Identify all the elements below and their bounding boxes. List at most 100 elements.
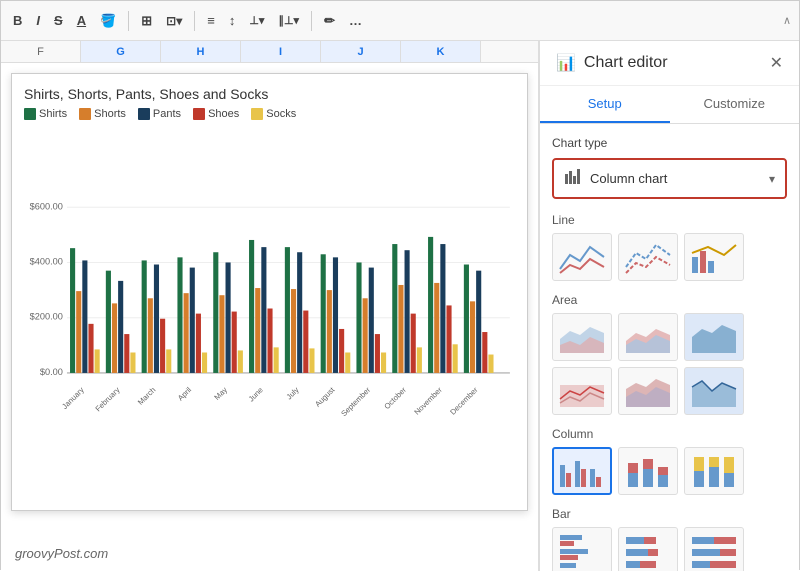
svg-text:April: April — [176, 385, 193, 402]
col-header-k: K — [401, 41, 481, 62]
more-icon[interactable]: … — [345, 11, 366, 30]
italic-icon[interactable]: I — [32, 11, 44, 30]
column-headers: F G H I J K — [1, 41, 538, 63]
area-type-grid-2 — [552, 367, 787, 415]
column-chart-stacked[interactable] — [618, 447, 678, 495]
divider1 — [128, 11, 129, 31]
main-area: F G H I J K Shirts, Shorts, Pants, Shoes… — [1, 41, 799, 571]
category-column: Column — [552, 427, 787, 495]
legend-pants: Pants — [138, 108, 181, 120]
col-header-i: I — [241, 41, 321, 62]
line-chart-2[interactable] — [618, 233, 678, 281]
category-line-label: Line — [552, 213, 787, 227]
watermark: groovyPost.com — [15, 546, 108, 561]
legend-color-shorts — [79, 108, 91, 120]
align-vertical-icon[interactable]: ↕ — [225, 11, 240, 30]
svg-text:August: August — [313, 385, 337, 409]
legend-color-socks — [251, 108, 263, 120]
toolbar: B I S A 🪣 ⊞ ⊡▾ ≡ ↕ ⊥▾ ∥⊥▾ ✏ … ∧ — [1, 1, 799, 41]
chart-title: Shirts, Shorts, Pants, Shoes and Socks — [24, 86, 515, 102]
col-header-g: G — [81, 41, 161, 62]
svg-text:October: October — [382, 385, 408, 411]
fill-color-icon[interactable]: 🪣 — [96, 11, 120, 31]
svg-text:February: February — [94, 385, 122, 413]
svg-text:$0.00: $0.00 — [40, 367, 63, 377]
legend-socks: Socks — [251, 108, 296, 120]
category-bar: Bar — [552, 507, 787, 571]
legend-label-shoes: Shoes — [208, 108, 239, 120]
borders-icon[interactable]: ⊞ — [137, 11, 156, 31]
legend-shoes: Shoes — [193, 108, 239, 120]
chart-svg: $600.00 $400.00 $200.00 $0.00 — [24, 128, 515, 489]
area-chart-6[interactable] — [684, 367, 744, 415]
legend-color-pants — [138, 108, 150, 120]
legend-color-shirts — [24, 108, 36, 120]
category-bar-label: Bar — [552, 507, 787, 521]
align-left-icon[interactable]: ≡ — [203, 11, 219, 30]
bar-type-grid — [552, 527, 787, 571]
svg-text:November: November — [412, 385, 444, 417]
category-column-label: Column — [552, 427, 787, 441]
svg-text:$200.00: $200.00 — [30, 312, 63, 322]
font-color-icon[interactable]: A — [73, 11, 90, 30]
close-icon[interactable]: ✕ — [770, 53, 783, 73]
tab-setup[interactable]: Setup — [540, 86, 670, 123]
line-bar-chart[interactable] — [684, 233, 744, 281]
area-type-grid-1 — [552, 313, 787, 361]
svg-text:May: May — [212, 385, 229, 402]
chart-type-label: Chart type — [552, 136, 787, 150]
tab-customize[interactable]: Customize — [670, 86, 800, 123]
bold-icon[interactable]: B — [9, 11, 26, 30]
svg-text:January: January — [60, 385, 86, 411]
strikethrough-icon[interactable]: S — [50, 11, 67, 30]
column-chart-icon — [564, 168, 582, 189]
category-area: Area — [552, 293, 787, 415]
wrap-icon[interactable]: ⊥▾ — [245, 12, 268, 29]
area-chart-2[interactable] — [618, 313, 678, 361]
svg-text:June: June — [247, 385, 265, 403]
svg-text:March: March — [136, 385, 157, 406]
chart-editor-icon: 📊 — [556, 53, 576, 73]
legend-label-socks: Socks — [266, 108, 296, 120]
dropdown-arrow-icon: ▾ — [769, 172, 775, 186]
col-header-j: J — [321, 41, 401, 62]
rotate-icon[interactable]: ∥⊥▾ — [274, 12, 303, 29]
insert-function-icon[interactable]: ✏ — [320, 11, 339, 31]
column-type-grid — [552, 447, 787, 495]
area-chart-1[interactable] — [552, 313, 612, 361]
column-chart-100[interactable] — [684, 447, 744, 495]
column-chart-grouped[interactable] — [552, 447, 612, 495]
line-type-grid — [552, 233, 787, 281]
collapse-icon[interactable]: ∧ — [783, 14, 791, 27]
chart-svg-wrapper: $600.00 $400.00 $200.00 $0.00 — [24, 128, 515, 489]
legend-shirts: Shirts — [24, 108, 67, 120]
svg-text:July: July — [285, 385, 301, 401]
col-header-h: H — [161, 41, 241, 62]
svg-text:December: December — [448, 385, 480, 417]
legend-shorts: Shorts — [79, 108, 126, 120]
chart-type-selector[interactable]: Column chart ▾ — [552, 158, 787, 199]
legend-label-shirts: Shirts — [39, 108, 67, 120]
editor-content: Chart type Column chart ▾ Line — [540, 124, 799, 571]
bar-chart-100[interactable] — [684, 527, 744, 571]
col-header-f: F — [1, 41, 81, 62]
chart-editor-panel: 📊 Chart editor ✕ Setup Customize Chart t… — [539, 41, 799, 571]
legend-color-shoes — [193, 108, 205, 120]
bar-chart-stacked[interactable] — [618, 527, 678, 571]
divider3 — [311, 11, 312, 31]
chart-container[interactable]: Shirts, Shorts, Pants, Shoes and Socks S… — [11, 73, 528, 511]
chart-legend: Shirts Shorts Pants Shoes — [24, 108, 515, 120]
area-chart-3[interactable] — [684, 313, 744, 361]
editor-header: 📊 Chart editor ✕ — [540, 41, 799, 86]
editor-title: Chart editor — [584, 54, 762, 72]
svg-text:$400.00: $400.00 — [30, 257, 63, 267]
line-chart-1[interactable] — [552, 233, 612, 281]
merge-icon[interactable]: ⊡▾ — [162, 12, 186, 30]
category-area-label: Area — [552, 293, 787, 307]
bar-chart-grouped[interactable] — [552, 527, 612, 571]
sheet-area: F G H I J K Shirts, Shorts, Pants, Shoes… — [1, 41, 539, 571]
category-line: Line — [552, 213, 787, 281]
area-chart-5[interactable] — [618, 367, 678, 415]
area-chart-4[interactable] — [552, 367, 612, 415]
svg-text:$600.00: $600.00 — [30, 201, 63, 211]
